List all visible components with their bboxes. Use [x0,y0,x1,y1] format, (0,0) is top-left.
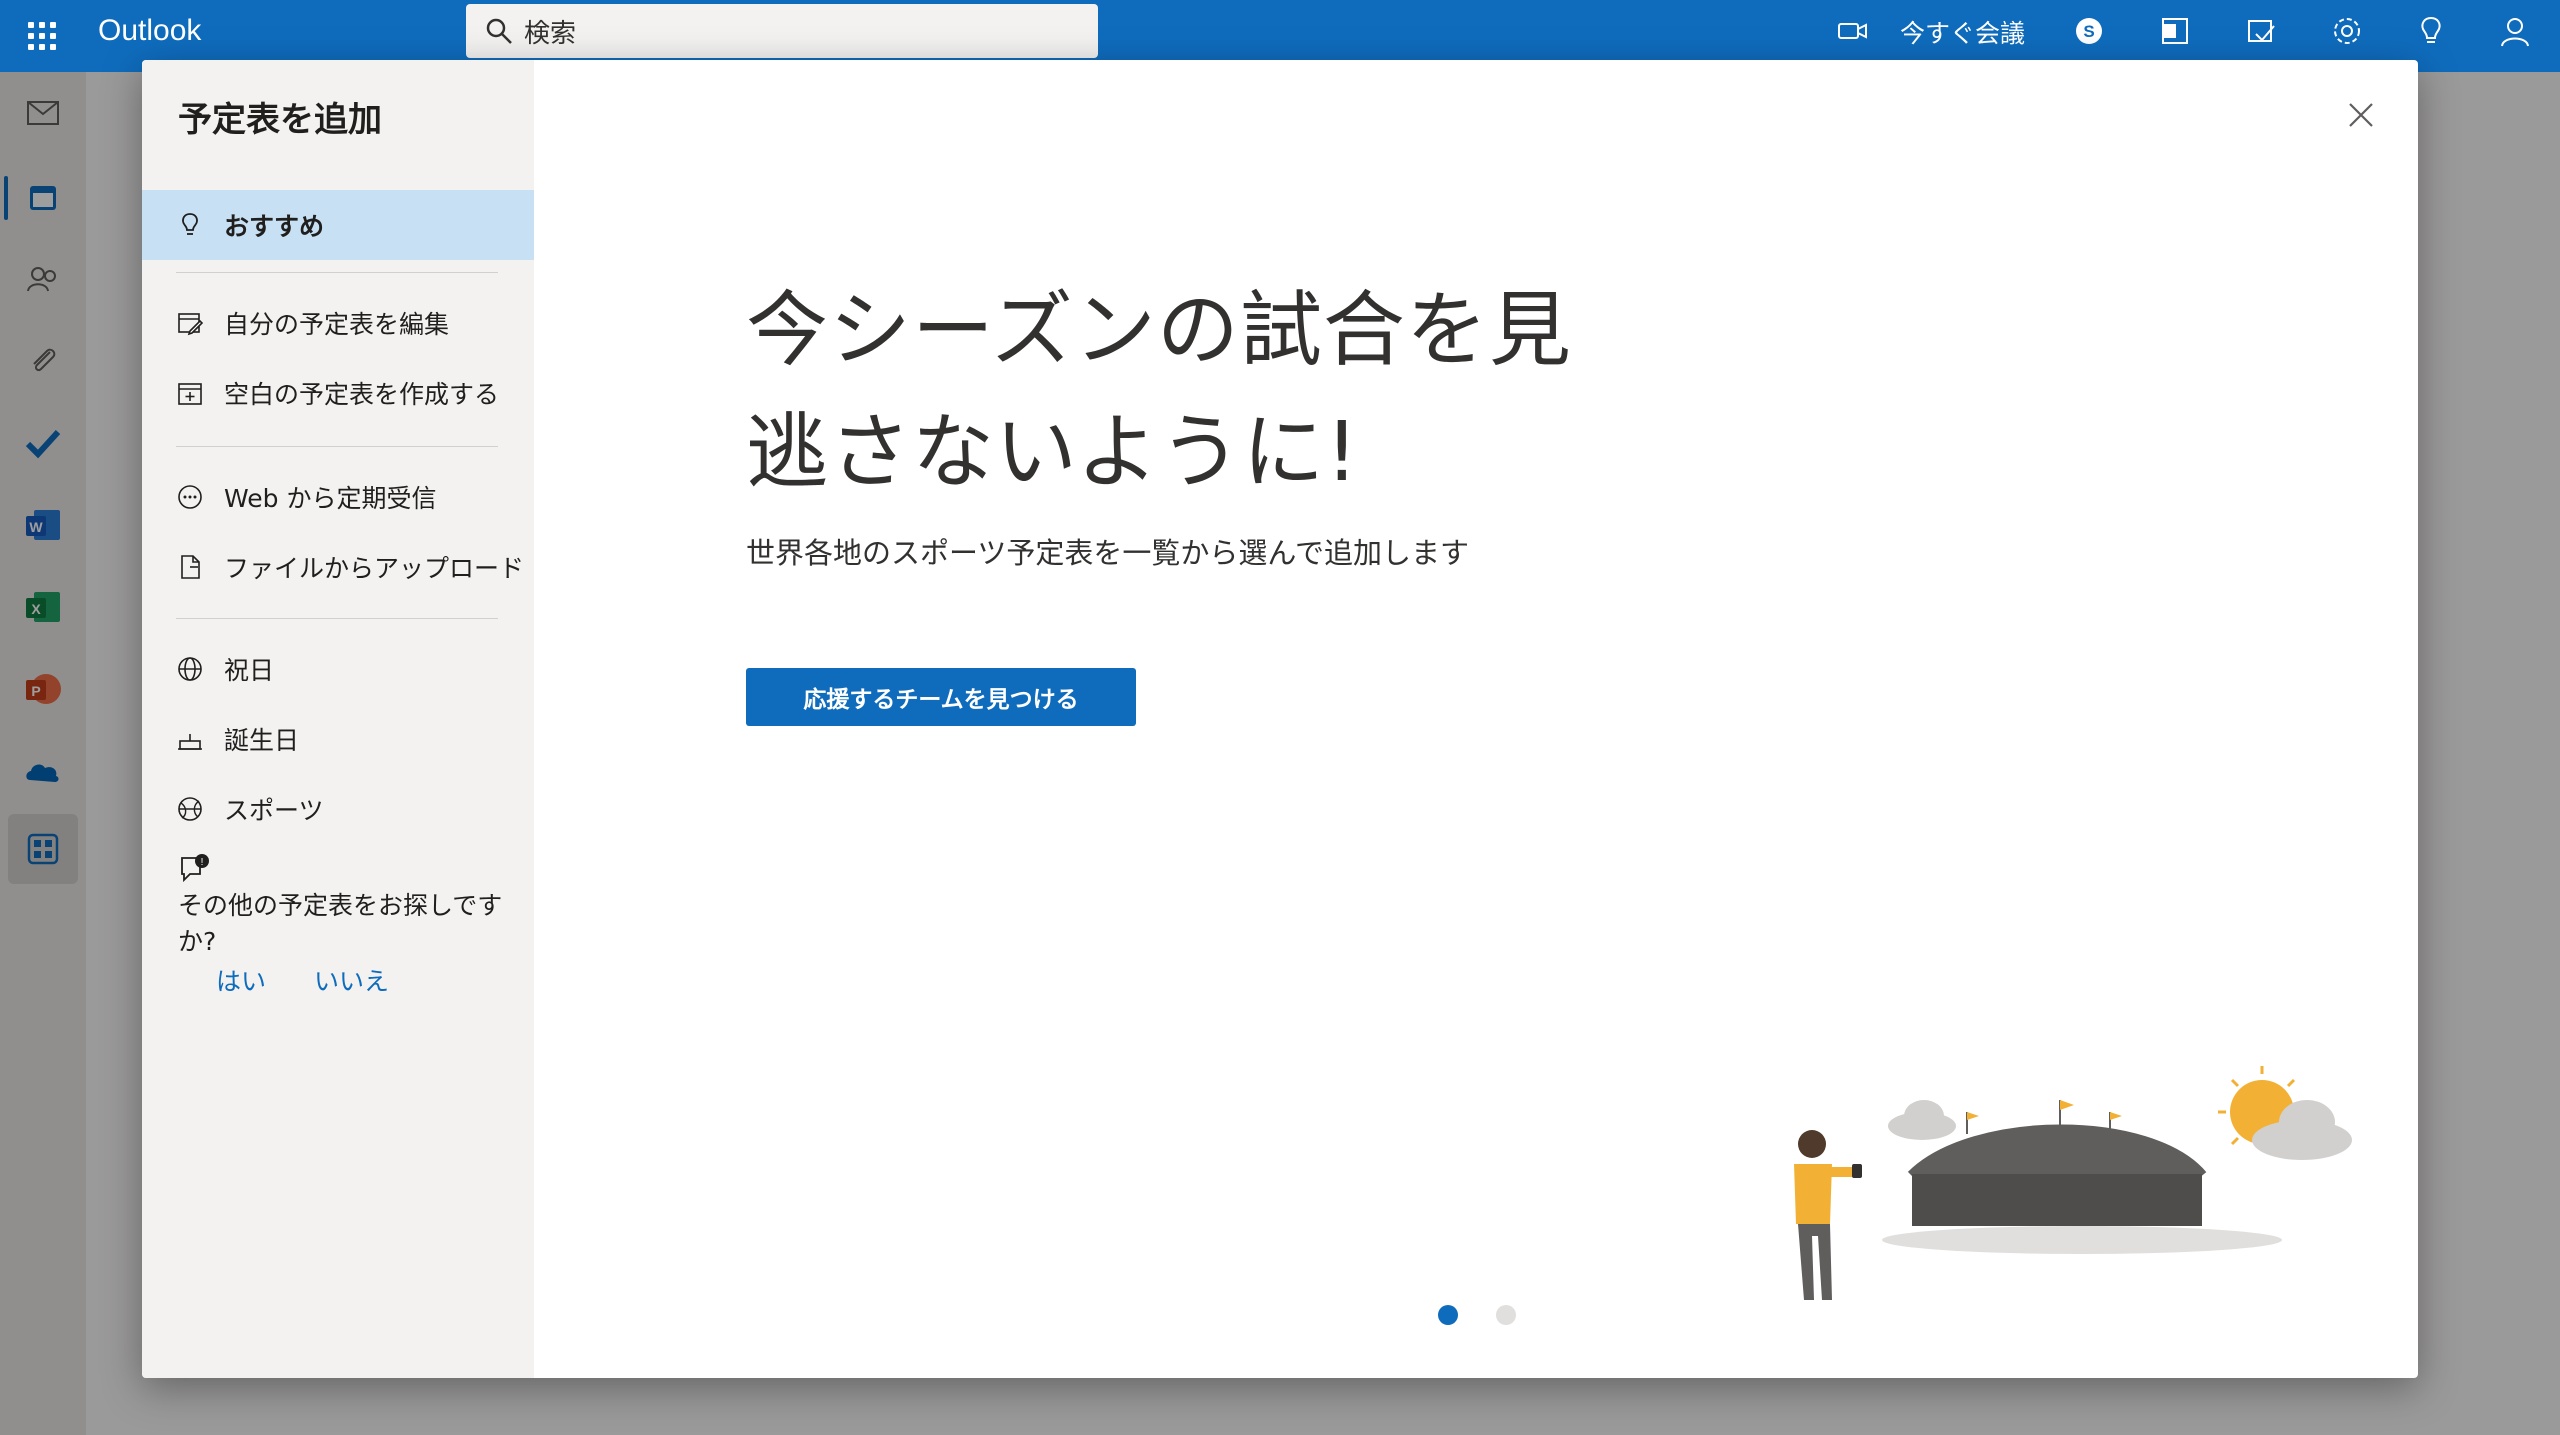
nav-item-label: Web から定期受信 [224,484,437,513]
search-box[interactable]: 検索 [466,4,1098,58]
skype-icon[interactable]: S [2072,14,2106,48]
app-title[interactable]: Outlook [98,14,201,48]
nav-item-sports[interactable]: スポーツ [142,774,534,844]
carousel-dot-2[interactable] [1496,1305,1516,1325]
add-calendar-dialog: 予定表を追加 おすすめ 自分の予定表を編集 空白の予定表を作成する Web から… [142,60,2418,1378]
nav-item-label: おすすめ [224,212,325,241]
nav-item-recommended[interactable]: おすすめ [142,190,534,260]
globe-icon [178,657,202,681]
nav-item-label: ファイルからアップロード [224,554,525,583]
add-calendar-icon [178,383,202,405]
stadium-illustration [1794,1066,2352,1300]
app-launcher-icon[interactable] [26,20,58,52]
nav-item-label: 空白の予定表を作成する [224,380,500,409]
nav-item-label: 祝日 [224,656,275,685]
promo-subtitle: 世界各地のスポーツ予定表を一覧から選んで追加します [746,536,1469,570]
nav-item-upload-file[interactable]: ファイルからアップロード [142,532,534,602]
file-upload-icon [181,555,200,579]
search-icon [486,18,512,44]
video-icon[interactable] [1836,14,1870,48]
meet-now-button[interactable]: 今すぐ会議 [1900,14,2025,50]
svg-text:S: S [2083,22,2094,41]
svg-text:!: ! [201,857,204,868]
close-icon[interactable] [2344,98,2378,132]
nav-item-label: スポーツ [224,796,324,825]
search-placeholder: 検索 [524,18,577,49]
lightbulb-icon [182,213,198,235]
feedback-question: その他の予定表をお探しですか? [178,891,503,956]
nav-item-label: 自分の予定表を編集 [224,310,450,339]
office-icon[interactable] [2158,14,2192,48]
dialog-title: 予定表を追加 [178,100,382,140]
nav-item-label: 誕生日 [224,726,300,755]
nav-item-edit-calendars[interactable]: 自分の予定表を編集 [142,288,534,358]
feedback-icon: ! [181,854,209,883]
carousel-dot-1[interactable] [1438,1305,1458,1325]
nav-item-birthdays[interactable]: 誕生日 [142,704,534,774]
cake-icon [178,734,202,750]
headline-line-1: 今シーズンの試合を見 [746,283,1572,378]
find-team-button[interactable]: 応援するチームを見つける [746,668,1136,726]
feedback-yes-link[interactable]: はい [216,962,266,998]
nav-item-holidays[interactable]: 祝日 [142,634,534,704]
nav-item-create-blank[interactable]: 空白の予定表を作成する [142,358,534,428]
settings-gear-icon[interactable] [2330,14,2364,48]
edit-calendar-icon [178,313,204,336]
subscribe-icon [178,485,202,509]
headline-line-2: 逃さないように! [746,405,1360,500]
feedback-no-link[interactable]: いいえ [314,962,389,998]
sports-icon [178,797,202,821]
account-avatar-icon[interactable] [2498,14,2532,48]
nav-item-subscribe-web[interactable]: Web から定期受信 [142,462,534,532]
tips-lightbulb-icon[interactable] [2414,14,2448,48]
promo-headline: 今シーズンの試合を見 逃さないように! [746,270,1646,514]
my-day-icon[interactable] [2244,14,2278,48]
dialog-nav: 予定表を追加 おすすめ 自分の予定表を編集 空白の予定表を作成する Web から… [142,60,534,1378]
